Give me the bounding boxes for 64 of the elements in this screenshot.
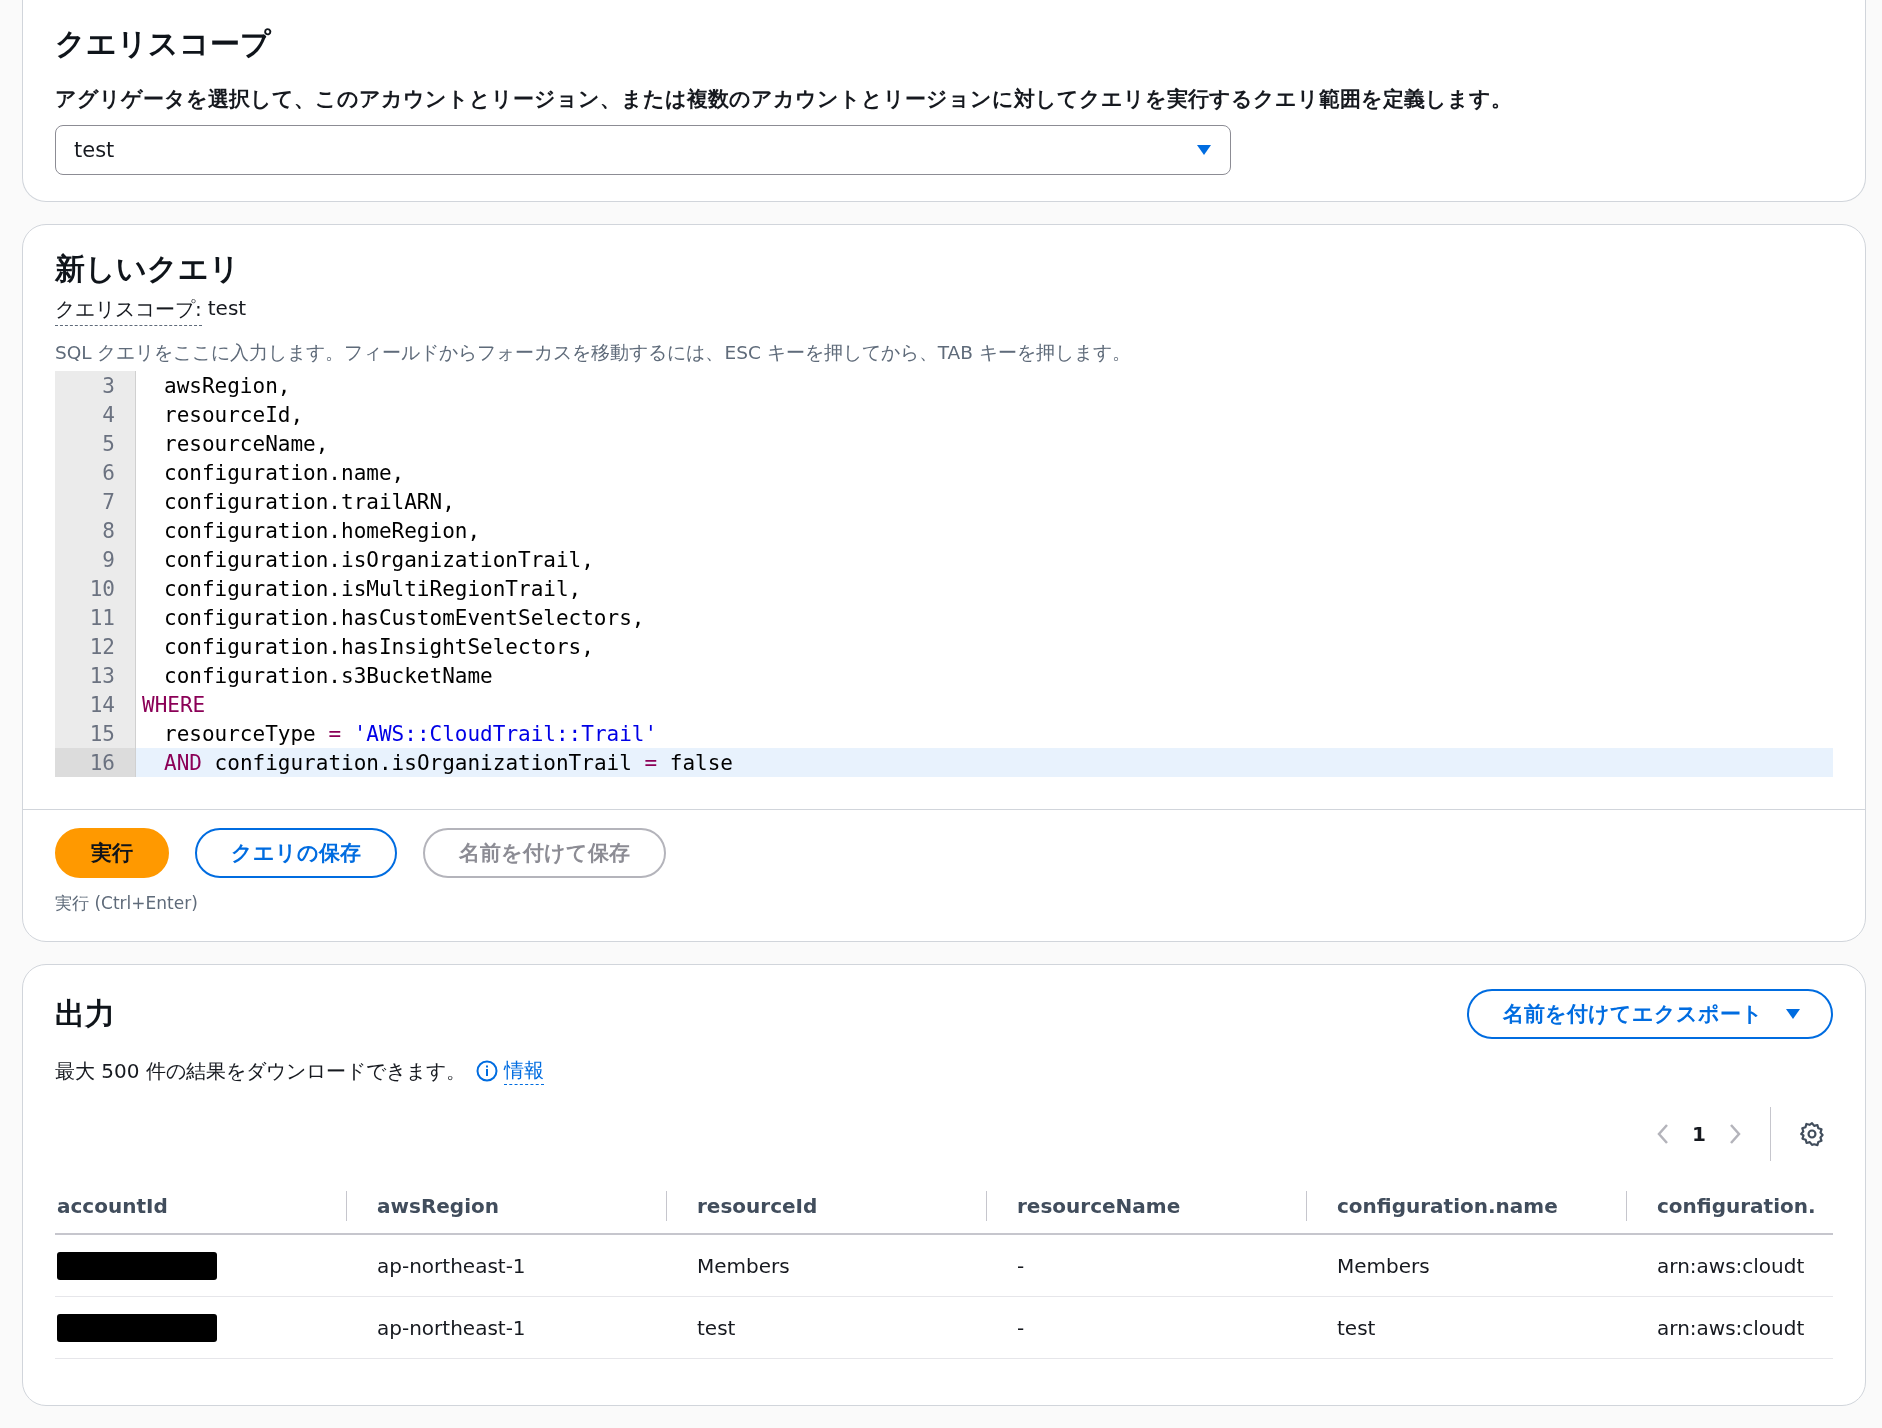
info-icon <box>475 1060 498 1082</box>
caret-icon <box>1196 144 1212 156</box>
line-number: 16 <box>55 748 136 777</box>
run-button[interactable]: 実行 <box>55 828 169 878</box>
line-number: 6 <box>55 458 136 487</box>
line-number: 12 <box>55 632 136 661</box>
code-line[interactable]: 11 configuration.hasCustomEventSelectors, <box>55 603 1833 632</box>
line-number: 5 <box>55 429 136 458</box>
panel-title: 出力 <box>55 994 115 1033</box>
table-cell: arn:aws:cloudt <box>1657 1315 1805 1340</box>
code-line[interactable]: 14 WHERE <box>55 690 1833 719</box>
code-line[interactable]: 10 configuration.isMultiRegionTrail, <box>55 574 1833 603</box>
panel-title: 新しいクエリ <box>55 250 241 288</box>
page-number[interactable]: 1 <box>1692 1122 1706 1146</box>
code-line[interactable]: 9 configuration.isOrganizationTrail, <box>55 545 1833 574</box>
previous-page-icon[interactable] <box>1656 1123 1671 1145</box>
line-number: 11 <box>55 603 136 632</box>
table-cell: ap-northeast-1 <box>377 1253 526 1278</box>
shortcut-hint: 実行 (Ctrl+Enter) <box>55 892 199 915</box>
table-cell: - <box>1017 1253 1025 1278</box>
column-header[interactable]: configuration. <box>1657 1194 1816 1218</box>
code-line[interactable]: 15 resourceType = 'AWS::CloudTrail::Trail' <box>55 719 1833 748</box>
line-number: 14 <box>55 690 136 719</box>
code-line[interactable]: 12 configuration.hasInsightSelectors, <box>55 632 1833 661</box>
table-cell: - <box>1017 1315 1025 1340</box>
table-cell: Members <box>697 1253 790 1278</box>
code-line[interactable]: 7 configuration.trailARN, <box>55 487 1833 516</box>
save-button[interactable]: クエリの保存 <box>195 828 397 878</box>
table-cell: Members <box>1337 1253 1430 1278</box>
line-number: 9 <box>55 545 136 574</box>
output-description: 最大 500 件の結果をダウンロードできます。 <box>55 1057 466 1085</box>
column-header[interactable]: accountId <box>57 1194 168 1218</box>
editor-hint: SQL クエリをここに入力します。フィールドからフォーカスを移動するには、ESC キーを押してから、TAB キーを押します。 <box>55 341 1132 365</box>
column-header[interactable]: resourceId <box>697 1194 818 1218</box>
table-cell: arn:aws:cloudt <box>1657 1253 1805 1278</box>
line-number: 8 <box>55 516 136 545</box>
panel-description: アグリゲータを選択して、このアカウントとリージョン、または複数のアカウントとリージョンに対してクエリを実行するクエリ範囲を定義します。 <box>55 86 1513 113</box>
code-line[interactable]: 8 configuration.homeRegion, <box>55 516 1833 545</box>
info-link[interactable]: 情報 <box>475 1057 544 1085</box>
line-number: 15 <box>55 719 136 748</box>
column-header[interactable]: configuration.name <box>1337 1194 1558 1218</box>
scope-label: クエリスコープ: <box>55 296 202 326</box>
table-cell: test <box>697 1315 736 1340</box>
scope-value: test <box>207 296 247 322</box>
line-number: 13 <box>55 661 136 690</box>
panel-title: クエリスコープ <box>55 25 273 63</box>
code-line[interactable]: 13 configuration.s3BucketName <box>55 661 1833 690</box>
line-number: 4 <box>55 400 136 429</box>
line-number: 7 <box>55 487 136 516</box>
line-number: 10 <box>55 574 136 603</box>
column-header[interactable]: resourceName <box>1017 1194 1181 1218</box>
column-header[interactable]: awsRegion <box>377 1194 499 1218</box>
export-button[interactable]: 名前を付けてエクスポート <box>1467 989 1833 1039</box>
code-line[interactable]: 3 awsRegion, <box>55 371 1833 400</box>
caret-icon <box>1785 1008 1801 1020</box>
table-cell: ap-northeast-1 <box>377 1315 526 1340</box>
settings-icon[interactable] <box>1799 1121 1825 1147</box>
code-line[interactable]: 6 configuration.name, <box>55 458 1833 487</box>
next-page-icon[interactable] <box>1728 1123 1742 1145</box>
scope-select[interactable]: test <box>55 125 1231 175</box>
code-line[interactable]: 4 resourceId, <box>55 400 1833 429</box>
code-line[interactable]: 5 resourceName, <box>55 429 1833 458</box>
table-cell: test <box>1337 1315 1376 1340</box>
line-number: 3 <box>55 371 136 400</box>
